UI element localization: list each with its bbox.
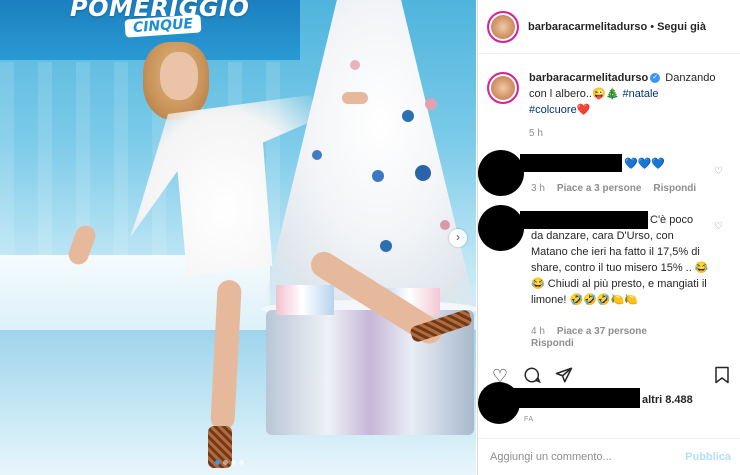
carousel-dots xyxy=(215,460,244,465)
woman-hand-right xyxy=(342,92,368,104)
add-comment-bar: Pubblica xyxy=(478,438,740,475)
likes-count[interactable]: altri 8.488 xyxy=(642,394,693,406)
following-button[interactable]: Segui già xyxy=(657,21,706,33)
post-side-panel: barbaracarmelitadurso • Segui già barbar… xyxy=(477,0,740,475)
ornament xyxy=(415,165,431,181)
ornament xyxy=(372,170,384,182)
caption-username[interactable]: barbaracarmelitadurso xyxy=(529,72,648,84)
woman-face xyxy=(160,52,198,100)
like-comment-heart-icon[interactable]: ♡ xyxy=(714,166,723,177)
post-comment-button[interactable]: Pubblica xyxy=(685,451,731,463)
comment-input[interactable] xyxy=(490,451,686,463)
hashtag-colcuore[interactable]: #colcuore xyxy=(529,104,577,116)
gift-box xyxy=(276,285,334,315)
post-header: barbaracarmelitadurso • Segui già xyxy=(478,0,740,54)
likes-section: altri 8.488 FA xyxy=(478,382,740,424)
redacted-username xyxy=(520,211,648,229)
comment-text: 💙💙💙 xyxy=(624,158,666,170)
comment-item: C'è poco da danzare, cara D'Urso, con Ma… xyxy=(478,205,740,355)
redacted-username xyxy=(520,154,622,172)
like-comment-heart-icon[interactable]: ♡ xyxy=(714,221,723,232)
comment-icon[interactable] xyxy=(522,366,542,386)
avatar[interactable] xyxy=(478,205,524,251)
verified-icon: ✓ xyxy=(650,73,661,84)
ornament xyxy=(380,240,392,252)
caption-time[interactable]: 5 h xyxy=(529,126,729,142)
post-date: FA xyxy=(524,416,534,423)
ornament xyxy=(402,110,414,122)
avatar[interactable] xyxy=(487,10,519,43)
comment-text-line1: C'è poco xyxy=(650,214,694,226)
reply-button[interactable]: Rispondi xyxy=(531,338,574,349)
chevron-right-icon: › xyxy=(456,230,460,244)
comment-meta: 4 h Piace a 37 persone xyxy=(531,326,647,337)
reply-button[interactable]: Rispondi xyxy=(653,183,696,194)
header-separator: • xyxy=(650,20,655,33)
comment-text: da danzare, cara D'Urso, con Matano che … xyxy=(531,230,709,306)
redacted-liked-by xyxy=(500,388,640,408)
comments-section: barbaracarmelitadurso ✓ Danzando con l al… xyxy=(478,62,740,142)
carousel-next-button[interactable]: › xyxy=(449,229,467,247)
avatar[interactable] xyxy=(487,72,519,104)
comment-time[interactable]: 3 h xyxy=(531,183,545,194)
bookmark-icon[interactable] xyxy=(712,366,732,386)
ornament xyxy=(312,150,322,160)
carousel-dot xyxy=(215,460,220,465)
caption-emojis: 😜🎄 xyxy=(591,88,620,100)
share-icon[interactable] xyxy=(554,366,574,386)
comment-meta: 3 h Piace a 3 persone Rispondi xyxy=(531,183,696,194)
header-username[interactable]: barbaracarmelitadurso xyxy=(528,21,647,33)
comment-time[interactable]: 4 h xyxy=(531,326,545,337)
comment-item: 💙💙💙 ♡ 3 h Piace a 3 persone Rispondi xyxy=(478,150,740,200)
comment-likes[interactable]: Piace a 3 persone xyxy=(557,183,642,194)
comment-likes[interactable]: Piace a 37 persone xyxy=(557,326,647,337)
heart-emoji: ❤️ xyxy=(576,104,591,116)
avatar[interactable] xyxy=(478,150,524,196)
hashtag-natale[interactable]: #natale xyxy=(622,88,658,100)
ornament xyxy=(425,98,437,110)
ornament xyxy=(350,60,360,70)
post-photo[interactable]: POMERIGGIO CINQUE › xyxy=(0,0,476,475)
ornament xyxy=(440,220,450,230)
carousel-dot xyxy=(223,460,228,465)
post-caption: barbaracarmelitadurso ✓ Danzando con l al… xyxy=(478,62,740,142)
comment-meta: Rispondi xyxy=(531,338,574,349)
carousel-dot xyxy=(239,460,244,465)
carousel-dot xyxy=(231,460,236,465)
